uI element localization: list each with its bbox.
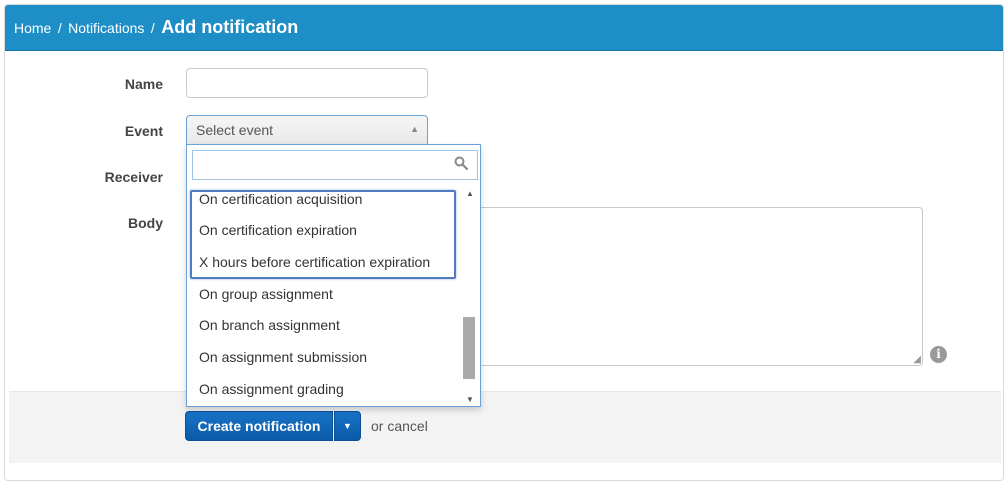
name-label: Name bbox=[124, 76, 163, 92]
search-icon bbox=[454, 156, 468, 170]
event-option[interactable]: On assignment submission bbox=[199, 349, 367, 365]
receiver-label: Receiver bbox=[104, 169, 163, 185]
dropdown-scrollbar[interactable]: ▲ ▼ bbox=[462, 185, 478, 406]
notification-panel: Home / Notifications / Add notification … bbox=[4, 4, 1004, 481]
breadcrumb-home-link[interactable]: Home bbox=[14, 20, 51, 36]
event-options-list: On certification acquisition On certific… bbox=[187, 185, 462, 406]
breadcrumb-separator: / bbox=[57, 20, 62, 36]
or-cancel: or cancel bbox=[371, 418, 428, 434]
create-options-button[interactable]: ▼ bbox=[334, 411, 361, 441]
scroll-up-icon[interactable]: ▲ bbox=[466, 189, 474, 198]
scroll-down-icon[interactable]: ▼ bbox=[466, 395, 474, 404]
body-textarea[interactable]: ◢ bbox=[470, 207, 923, 366]
or-text: or bbox=[371, 418, 384, 434]
event-label: Event bbox=[124, 123, 163, 139]
event-option[interactable]: On assignment grading bbox=[199, 381, 344, 397]
caret-down-icon: ▼ bbox=[343, 421, 352, 431]
name-input[interactable] bbox=[186, 68, 428, 98]
page-header: Home / Notifications / Add notification bbox=[5, 5, 1003, 51]
breadcrumb-separator: / bbox=[150, 20, 155, 36]
cancel-link[interactable]: cancel bbox=[387, 418, 427, 434]
create-notification-button[interactable]: Create notification bbox=[185, 411, 333, 441]
event-option[interactable]: On group assignment bbox=[199, 286, 333, 302]
form-footer: Create notification ▼ or cancel bbox=[9, 391, 1001, 463]
chevron-up-icon: ▲ bbox=[410, 124, 419, 134]
scrollbar-thumb[interactable] bbox=[463, 317, 475, 379]
resize-grip-icon[interactable]: ◢ bbox=[913, 355, 921, 365]
info-icon[interactable]: i bbox=[930, 346, 947, 363]
event-search-input[interactable] bbox=[192, 150, 478, 180]
breadcrumb: Home / Notifications / Add notification bbox=[14, 17, 298, 38]
event-dropdown: On certification acquisition On certific… bbox=[186, 144, 481, 407]
body-label: Body bbox=[128, 215, 163, 231]
breadcrumb-notifications-link[interactable]: Notifications bbox=[68, 20, 144, 36]
event-option[interactable]: On branch assignment bbox=[199, 317, 340, 333]
event-select[interactable]: Select event ▲ bbox=[186, 115, 428, 145]
page-title: Add notification bbox=[161, 17, 299, 37]
event-select-value: Select event bbox=[196, 122, 274, 138]
certification-options-highlight bbox=[190, 190, 456, 279]
